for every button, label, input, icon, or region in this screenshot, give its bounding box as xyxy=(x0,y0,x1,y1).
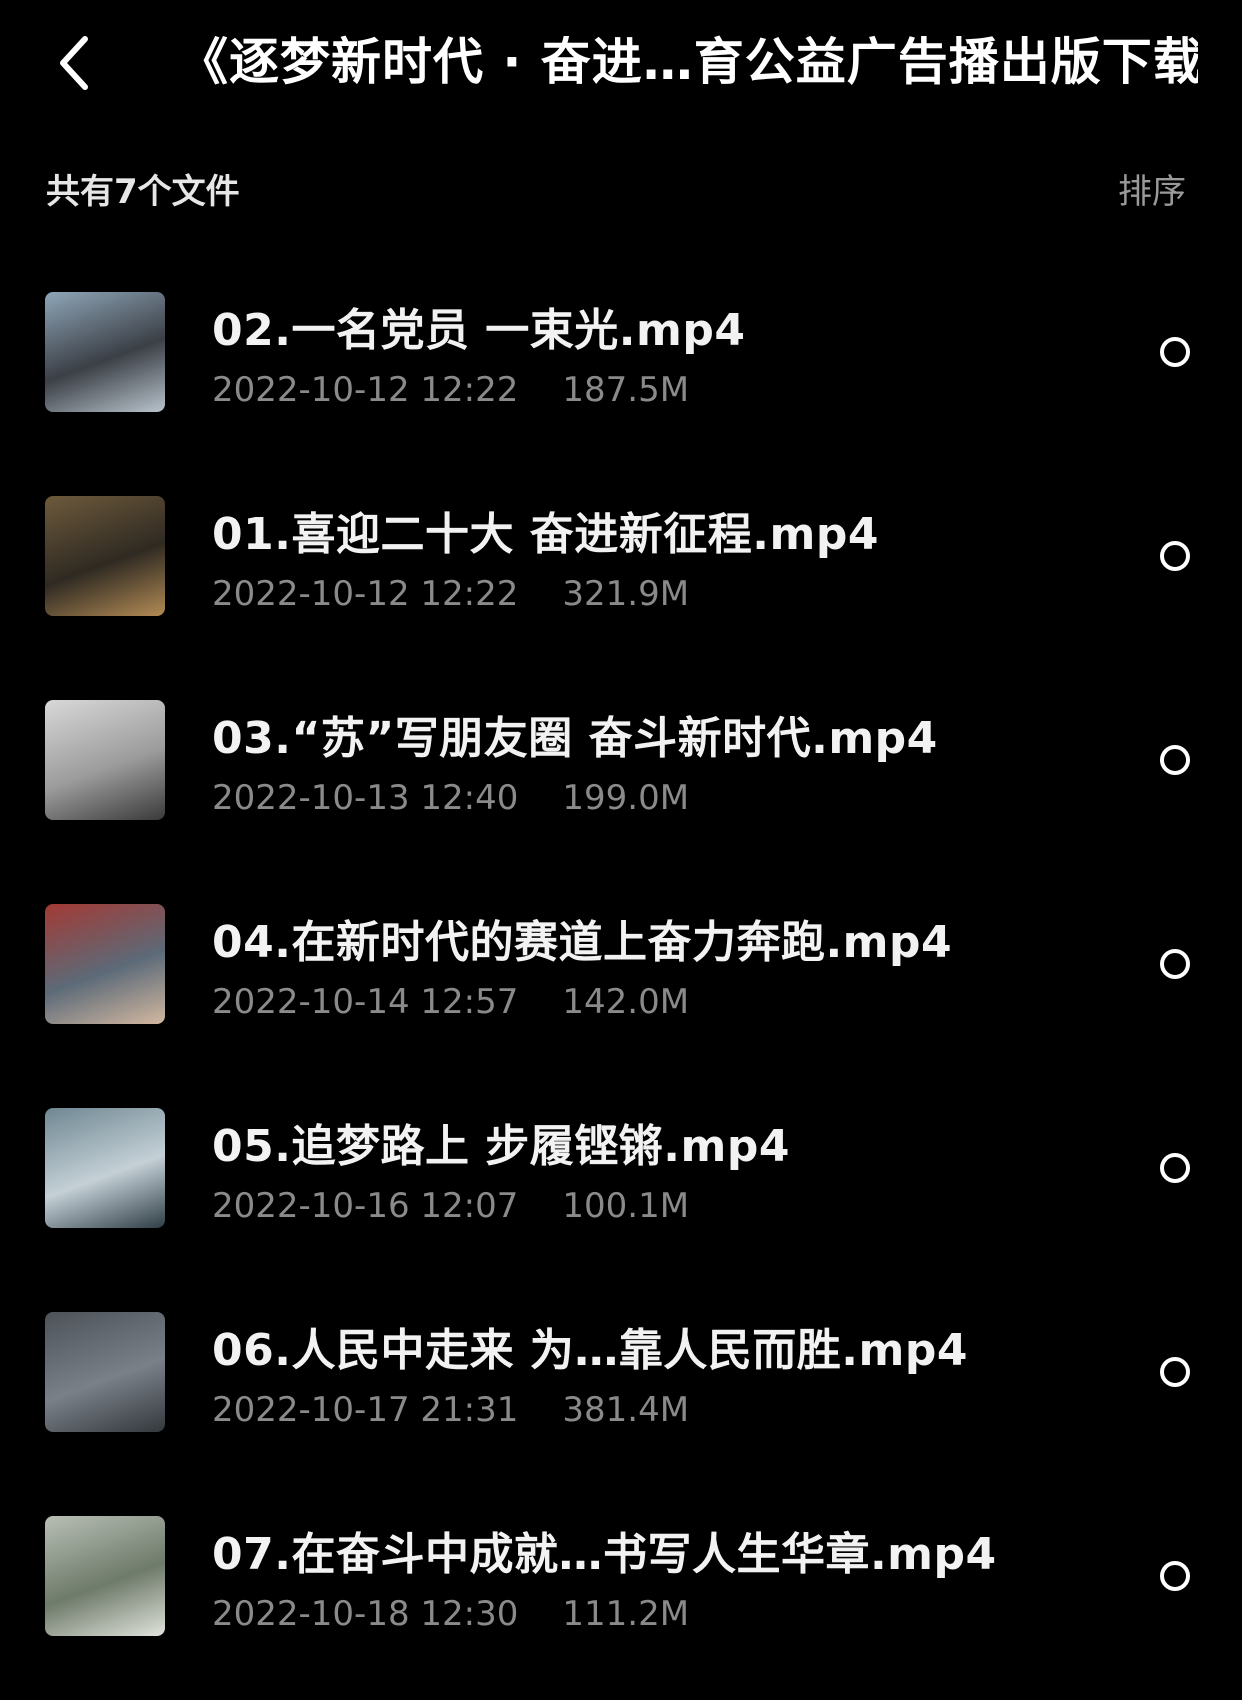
file-size: 381.4M xyxy=(562,1390,690,1430)
video-thumbnail xyxy=(45,700,165,820)
file-name: 07.在奋斗中成就…书写人生华章.mp4 xyxy=(212,1529,997,1580)
page-title: 《逐梦新时代 · 奋进…育公益广告播出版下载 xyxy=(178,33,1198,91)
select-radio[interactable] xyxy=(1160,745,1190,775)
video-thumbnail xyxy=(45,1108,165,1228)
select-radio[interactable] xyxy=(1160,541,1190,571)
file-meta: 2022-10-12 12:22 187.5M xyxy=(212,370,689,410)
file-size: 142.0M xyxy=(562,982,690,1022)
chevron-left-icon xyxy=(60,36,88,90)
file-row[interactable]: 04.在新时代的赛道上奋力奔跑.mp4 2022-10-14 12:57 142.0… xyxy=(0,884,1242,1088)
list-toolbar: 共有7个文件 排序 xyxy=(0,150,1242,230)
file-row[interactable]: 05.追梦路上 步履铿锵.mp4 2022-10-16 12:07 100.1M xyxy=(0,1088,1242,1292)
file-date: 2022-10-16 12:07 xyxy=(212,1186,519,1226)
file-meta: 2022-10-18 12:30 111.2M xyxy=(212,1594,689,1634)
file-name: 04.在新时代的赛道上奋力奔跑.mp4 xyxy=(212,917,953,968)
file-date: 2022-10-12 12:22 xyxy=(212,370,519,410)
file-size: 100.1M xyxy=(562,1186,690,1226)
header-bar: 《逐梦新时代 · 奋进…育公益广告播出版下载 xyxy=(0,0,1242,130)
select-radio[interactable] xyxy=(1160,1561,1190,1591)
file-date: 2022-10-14 12:57 xyxy=(212,982,519,1022)
file-meta: 2022-10-14 12:57 142.0M xyxy=(212,982,689,1022)
file-meta: 2022-10-17 21:31 381.4M xyxy=(212,1390,689,1430)
file-meta: 2022-10-16 12:07 100.1M xyxy=(212,1186,689,1226)
file-date: 2022-10-18 12:30 xyxy=(212,1594,519,1634)
file-size: 187.5M xyxy=(562,370,690,410)
select-radio[interactable] xyxy=(1160,1357,1190,1387)
file-list: 02.一名党员 一束光.mp4 2022-10-12 12:22 187.5M 01.… xyxy=(0,272,1242,1700)
file-name: 01.喜迎二十大 奋进新征程.mp4 xyxy=(212,509,879,560)
file-row[interactable]: 01.喜迎二十大 奋进新征程.mp4 2022-10-12 12:22 321.9M xyxy=(0,476,1242,680)
video-thumbnail xyxy=(45,904,165,1024)
file-size: 111.2M xyxy=(562,1594,690,1634)
file-meta: 2022-10-13 12:40 199.0M xyxy=(212,778,689,818)
file-date: 2022-10-12 12:22 xyxy=(212,574,519,614)
file-meta: 2022-10-12 12:22 321.9M xyxy=(212,574,689,614)
file-size: 321.9M xyxy=(562,574,690,614)
file-count-label: 共有7个文件 xyxy=(46,172,240,212)
file-row[interactable]: 07.在奋斗中成就…书写人生华章.mp4 2022-10-18 12:30 111.… xyxy=(0,1496,1242,1700)
file-size: 199.0M xyxy=(562,778,690,818)
file-row[interactable]: 03.“苏”写朋友圈 奋斗新时代.mp4 2022-10-13 12:40 199.… xyxy=(0,680,1242,884)
video-thumbnail xyxy=(45,1516,165,1636)
back-button[interactable] xyxy=(44,28,104,98)
video-thumbnail xyxy=(45,496,165,616)
select-radio[interactable] xyxy=(1160,1153,1190,1183)
file-name: 06.人民中走来 为…靠人民而胜.mp4 xyxy=(212,1325,968,1376)
file-row[interactable]: 06.人民中走来 为…靠人民而胜.mp4 2022-10-17 21:31 381.… xyxy=(0,1292,1242,1496)
video-thumbnail xyxy=(45,292,165,412)
select-radio[interactable] xyxy=(1160,337,1190,367)
file-name: 05.追梦路上 步履铿锵.mp4 xyxy=(212,1121,790,1172)
file-row[interactable]: 02.一名党员 一束光.mp4 2022-10-12 12:22 187.5M xyxy=(0,272,1242,476)
video-thumbnail xyxy=(45,1312,165,1432)
file-name: 03.“苏”写朋友圈 奋斗新时代.mp4 xyxy=(212,713,938,764)
file-date: 2022-10-13 12:40 xyxy=(212,778,519,818)
file-date: 2022-10-17 21:31 xyxy=(212,1390,519,1430)
sort-button[interactable]: 排序 xyxy=(1118,164,1186,213)
select-radio[interactable] xyxy=(1160,949,1190,979)
file-name: 02.一名党员 一束光.mp4 xyxy=(212,305,746,356)
